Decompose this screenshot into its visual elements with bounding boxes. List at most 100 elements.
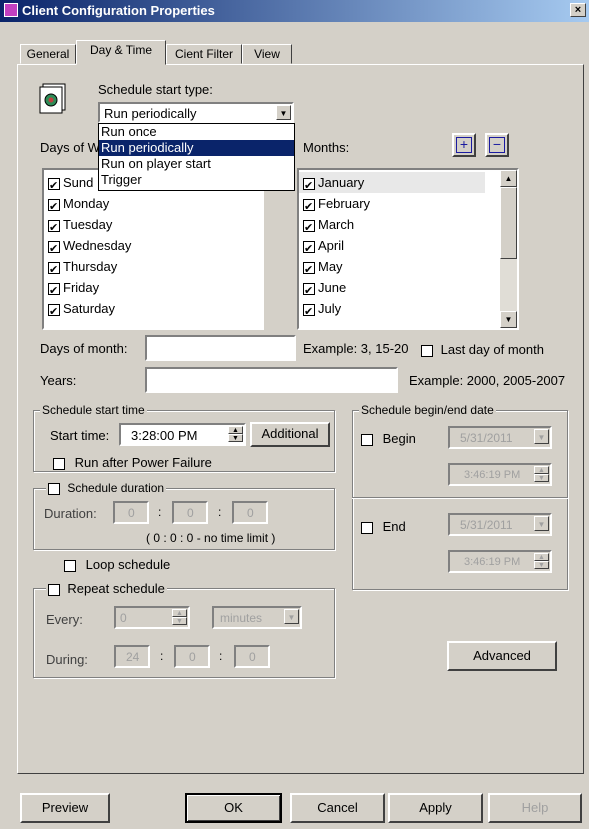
dropdown-option[interactable]: Trigger xyxy=(99,172,294,188)
checkbox[interactable] xyxy=(48,176,60,197)
duration-hours-input[interactable]: 0 xyxy=(113,501,149,524)
list-item[interactable]: Saturday xyxy=(44,298,262,323)
begin-checkbox[interactable]: Begin xyxy=(361,431,416,446)
checkbox[interactable] xyxy=(421,344,433,357)
checkbox[interactable] xyxy=(303,302,315,323)
end-time-input[interactable]: 3:46:19 PM ▲ ▼ xyxy=(448,550,552,573)
dropdown-option[interactable]: Run once xyxy=(99,124,294,140)
dropdown-option[interactable]: Run on player start xyxy=(99,156,294,172)
checkbox[interactable] xyxy=(48,583,60,596)
list-item[interactable]: June xyxy=(299,277,485,302)
begin-time-input[interactable]: 3:46:19 PM ▲ ▼ xyxy=(448,463,552,486)
during-seconds-input[interactable]: 0 xyxy=(234,645,270,668)
checkbox[interactable] xyxy=(303,197,315,218)
remove-month-button[interactable]: − xyxy=(485,133,509,157)
list-item[interactable]: Tuesday xyxy=(44,214,262,239)
schedule-duration-legend[interactable]: Schedule duration xyxy=(46,481,167,495)
spin-down-icon[interactable]: ▼ xyxy=(534,474,549,482)
days-of-month-input[interactable] xyxy=(145,335,296,361)
begin-date-select[interactable]: 5/31/2011 ▼ xyxy=(448,426,552,449)
checkbox[interactable] xyxy=(303,260,315,281)
add-month-button[interactable]: + xyxy=(452,133,476,157)
list-item[interactable]: April xyxy=(299,235,485,260)
months-scrollbar[interactable]: ▲ ▼ xyxy=(500,170,517,328)
list-item[interactable]: March xyxy=(299,214,485,239)
spin-up-icon[interactable]: ▲ xyxy=(534,553,549,561)
advanced-button[interactable]: Advanced xyxy=(447,641,557,671)
loop-schedule-checkbox[interactable]: Loop schedule xyxy=(64,557,170,572)
start-time-spinner[interactable]: ▲ ▼ xyxy=(228,426,243,442)
checkbox[interactable] xyxy=(64,559,76,572)
checkbox[interactable] xyxy=(361,433,373,446)
dropdown-arrow-icon[interactable]: ▼ xyxy=(534,516,549,531)
checkbox[interactable] xyxy=(303,218,315,239)
during-hours-input[interactable]: 24 xyxy=(114,645,150,668)
start-time-input[interactable]: 3:28:00 PM ▲ ▼ xyxy=(119,423,246,446)
years-input[interactable] xyxy=(145,367,398,393)
checkbox[interactable] xyxy=(48,302,60,323)
spin-down-icon[interactable]: ▼ xyxy=(534,561,549,569)
end-date-select[interactable]: 5/31/2011 ▼ xyxy=(448,513,552,536)
every-spinner[interactable]: ▲ ▼ xyxy=(172,609,187,625)
list-item[interactable]: Thursday xyxy=(44,256,262,281)
list-item[interactable]: Monday xyxy=(44,193,262,218)
cancel-button[interactable]: Cancel xyxy=(290,793,385,823)
list-item[interactable]: May xyxy=(299,256,485,281)
scroll-down-icon[interactable]: ▼ xyxy=(500,311,517,328)
every-input[interactable]: 0 ▲ ▼ xyxy=(114,606,190,629)
end-checkbox[interactable]: End xyxy=(361,519,406,534)
checkbox[interactable] xyxy=(48,239,60,260)
duration-minutes-input[interactable]: 0 xyxy=(172,501,208,524)
checkbox[interactable] xyxy=(303,239,315,260)
additional-button[interactable]: Additional xyxy=(250,422,330,447)
list-item[interactable]: Friday xyxy=(44,277,262,302)
separator-colon: : xyxy=(158,505,162,519)
list-item[interactable]: Wednesday xyxy=(44,235,262,260)
duration-seconds-input[interactable]: 0 xyxy=(232,501,268,524)
ok-button[interactable]: OK xyxy=(185,793,282,823)
tab-day-time[interactable]: Day & Time xyxy=(76,40,166,65)
dropdown-arrow-icon[interactable]: ▼ xyxy=(534,429,549,444)
spin-up-icon[interactable]: ▲ xyxy=(534,466,549,474)
checkbox[interactable] xyxy=(303,281,315,302)
checkbox[interactable] xyxy=(48,281,60,302)
checkbox[interactable] xyxy=(303,176,315,197)
tab-general[interactable]: General xyxy=(20,44,76,64)
checkbox[interactable] xyxy=(48,218,60,239)
dropdown-arrow-icon[interactable]: ▼ xyxy=(284,609,299,624)
list-item[interactable]: January xyxy=(299,172,485,197)
tab-view[interactable]: View xyxy=(242,44,292,64)
spin-up-icon[interactable]: ▲ xyxy=(172,609,187,617)
spin-down-icon[interactable]: ▼ xyxy=(228,434,243,442)
list-item[interactable]: February xyxy=(299,193,485,218)
checkbox[interactable] xyxy=(48,482,60,495)
separator-colon: : xyxy=(219,649,223,663)
minus-icon: − xyxy=(489,137,505,153)
checkbox[interactable] xyxy=(48,197,60,218)
apply-button[interactable]: Apply xyxy=(388,793,483,823)
run-after-power-failure-checkbox[interactable]: Run after Power Failure xyxy=(53,455,212,470)
during-minutes-input[interactable]: 0 xyxy=(174,645,210,668)
dropdown-arrow-icon[interactable]: ▼ xyxy=(276,105,291,120)
help-button[interactable]: Help xyxy=(488,793,582,823)
preview-button[interactable]: Preview xyxy=(20,793,110,823)
end-time-spinner[interactable]: ▲ ▼ xyxy=(534,553,549,569)
close-button[interactable]: × xyxy=(570,3,586,17)
days-of-month-example: Example: 3, 15-20 xyxy=(303,341,409,356)
spin-up-icon[interactable]: ▲ xyxy=(228,426,243,434)
begin-time-spinner[interactable]: ▲ ▼ xyxy=(534,466,549,482)
dropdown-option-selected[interactable]: Run periodically xyxy=(99,140,294,156)
checkbox[interactable] xyxy=(48,260,60,281)
tab-client-filter[interactable]: Cient Filter xyxy=(166,44,242,64)
scroll-thumb[interactable] xyxy=(500,187,517,259)
repeat-unit-select[interactable]: minutes ▼ xyxy=(212,606,302,629)
spin-down-icon[interactable]: ▼ xyxy=(172,617,187,625)
last-day-of-month-checkbox[interactable]: Last day of month xyxy=(421,342,544,357)
checkbox[interactable] xyxy=(53,457,65,470)
schedule-start-time-legend: Schedule start time xyxy=(40,403,147,417)
checkbox[interactable] xyxy=(361,521,373,534)
list-item[interactable]: July xyxy=(299,298,485,323)
scroll-up-icon[interactable]: ▲ xyxy=(500,170,517,187)
repeat-schedule-legend[interactable]: Repeat schedule xyxy=(46,581,167,596)
schedule-start-type-select[interactable]: Run periodically ▼ xyxy=(98,102,294,123)
